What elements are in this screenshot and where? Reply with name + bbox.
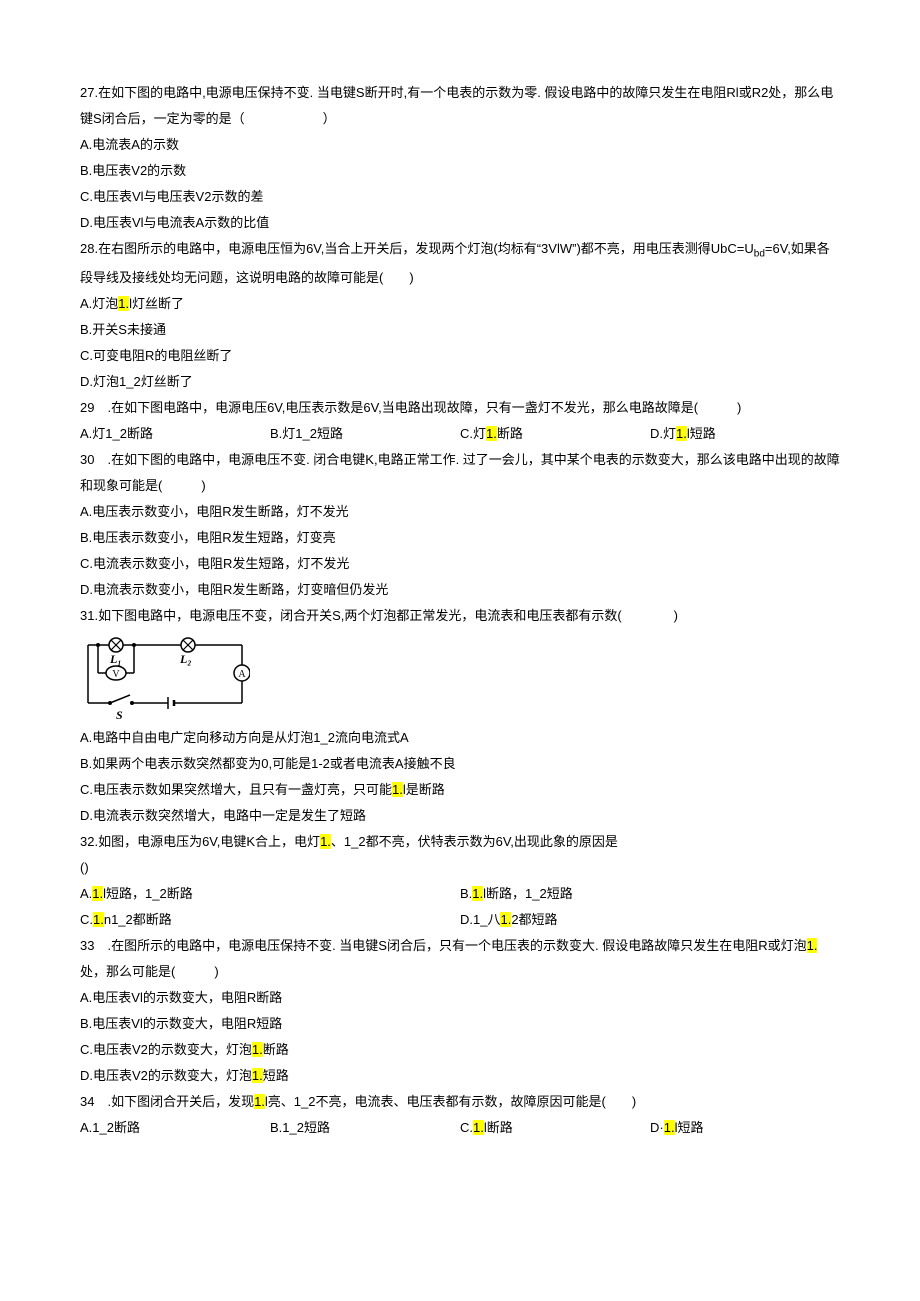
q32-row1: A.1.l短路，1_2断路 B.1.l断路，1_2短路 — [80, 881, 840, 907]
q32-row2: C.1.n1_2都断路 D.1_八1.2都短路 — [80, 907, 840, 933]
q29-opt-b: B.灯1_2短路 — [270, 421, 460, 447]
q32-paren: () — [80, 855, 840, 881]
q30-stem: 30 .在如下图的电路中，电源电压不变. 闭合电键K,电路正常工作. 过了一会儿… — [80, 447, 840, 499]
q31-opt-d: D.电流表示数突然增大，电路中一定是发生了短路 — [80, 803, 840, 829]
q33-stem-pre: 33 .在图所示的电路中，电源电压保持不变. 当电键S闭合后，只有一个电压表的示… — [80, 938, 807, 953]
q32-a-post: l短路，1_2断路 — [103, 886, 193, 901]
q28-stem: 28.在右图所示的电路中，电源电压恒为6V,当合上开关后，发现两个灯泡(均标有“… — [80, 236, 840, 291]
q28-opt-c: C.可变电阻R的电阻丝断了 — [80, 343, 840, 369]
q34-c-pre: C. — [460, 1120, 473, 1135]
q34-d-pre: D· — [650, 1120, 664, 1135]
q34-stem: 34 .如下图闭合开关后，发现1.l亮、1_2不亮，电流表、电压表都有示数，故障… — [80, 1089, 840, 1115]
q31-opt-b: B.如果两个电表示数突然都变为0,可能是1-2或者电流表A接触不良 — [80, 751, 840, 777]
q32-a-pre: A. — [80, 886, 92, 901]
q28-sub: bd — [754, 249, 765, 260]
q31-c-pre: C.电压表示数如果突然增大，且只有一盏灯亮，只可能 — [80, 782, 392, 797]
circuit-diagram: V A L₁ L₂ S — [80, 633, 250, 721]
q32-c-post: n1_2都断路 — [104, 912, 172, 927]
q28-opt-a: A.灯泡1.l灯丝断了 — [80, 291, 840, 317]
q33-stem: 33 .在图所示的电路中，电源电压保持不变. 当电键S闭合后，只有一个电压表的示… — [80, 933, 840, 985]
s-label: S — [116, 708, 123, 721]
q33-d-pre: D.电压表V2的示数变大，灯泡 — [80, 1068, 252, 1083]
highlight: 1. — [252, 1042, 263, 1057]
voltmeter-label: V — [112, 669, 120, 680]
q27-opt-d: D.电压表Vl与电流表A示数的比值 — [80, 210, 840, 236]
q28-a-pre: A.灯泡 — [80, 296, 118, 311]
highlight: 1. — [93, 912, 104, 927]
q28-a-post: l灯丝断了 — [129, 296, 184, 311]
q33-opt-a: A.电压表Vl的示数变大，电阻R断路 — [80, 985, 840, 1011]
q33-d-post: 短路 — [263, 1068, 289, 1083]
q29-opt-a: A.灯1_2断路 — [80, 421, 270, 447]
q30-opt-d: D.电流表示数变小，电阻R发生断路，灯变暗但仍发光 — [80, 577, 840, 603]
highlight: 1. — [486, 426, 497, 441]
q33-c-post: 断路 — [263, 1042, 289, 1057]
q32-opt-c: C.1.n1_2都断路 — [80, 907, 460, 933]
q32-c-pre: C. — [80, 912, 93, 927]
q29-c-post: 断路 — [497, 426, 523, 441]
highlight: 1. — [807, 938, 818, 953]
q29-stem: 29 .在如下图电路中，电源电压6V,电压表示数是6V,当电路出现故障，只有一盏… — [80, 395, 840, 421]
q34-opt-b: B.1_2短路 — [270, 1115, 460, 1141]
q32-stem-post: 、1_2都不亮，伏特表示数为6V,出现此象的原因是 — [331, 834, 618, 849]
q29-c-pre: C.灯 — [460, 426, 486, 441]
q29-opt-c: C.灯1.断路 — [460, 421, 650, 447]
q34-d-post: l短路 — [675, 1120, 704, 1135]
highlight: 1. — [472, 886, 483, 901]
highlight: 1. — [664, 1120, 675, 1135]
l1-label: L₁ — [109, 652, 122, 666]
q27-opt-a: A.电流表A的示数 — [80, 132, 840, 158]
highlight: 1. — [500, 912, 511, 927]
q34-opt-c: C.1.l断路 — [460, 1115, 650, 1141]
q32-stem-pre: 32.如图，电源电压为6V,电键K合上，电灯 — [80, 834, 320, 849]
l2-label: L₂ — [179, 652, 192, 666]
highlight: 1. — [473, 1120, 484, 1135]
q34-stem-pre: 34 .如下图闭合开关后，发现 — [80, 1094, 254, 1109]
q31-stem: 31.如下图电路中，电源电压不变，闭合开关S,两个灯泡都正常发光，电流表和电压表… — [80, 603, 840, 629]
q28-opt-d: D.灯泡1_2灯丝断了 — [80, 369, 840, 395]
q33-stem-post: 处，那么可能是( ) — [80, 964, 219, 979]
q27-stem: 27.在如下图的电路中,电源电压保持不变. 当电键S断开时,有一个电表的示数为零… — [80, 80, 840, 132]
q34-opt-a: A.1_2断路 — [80, 1115, 270, 1141]
q34-options: A.1_2断路 B.1_2短路 C.1.l断路 D·1.l短路 — [80, 1115, 840, 1141]
highlight: 1. — [254, 1094, 265, 1109]
q32-d-pre: D.1_八 — [460, 912, 500, 927]
q33-c-pre: C.电压表V2的示数变大，灯泡 — [80, 1042, 252, 1057]
q29-options: A.灯1_2断路 B.灯1_2短路 C.灯1.断路 D.灯1.l短路 — [80, 421, 840, 447]
q30-opt-b: B.电压表示数变小，电阻R发生短路，灯变亮 — [80, 525, 840, 551]
q32-d-post: 2都短路 — [511, 912, 557, 927]
q33-opt-c: C.电压表V2的示数变大，灯泡1.断路 — [80, 1037, 840, 1063]
q33-opt-b: B.电压表Vl的示数变大，电阻R短路 — [80, 1011, 840, 1037]
q29-d-post: l短路 — [687, 426, 716, 441]
q28-stem-text1: 28.在右图所示的电路中，电源电压恒为6V,当合上开关后，发现两个灯泡(均标有“… — [80, 241, 754, 256]
q30-opt-a: A.电压表示数变小，电阻R发生断路，灯不发光 — [80, 499, 840, 525]
q31-opt-c: C.电压表示数如果突然增大，且只有一盏灯亮，只可能1.l是断路 — [80, 777, 840, 803]
q34-stem-post: l亮、1_2不亮，电流表、电压表都有示数，故障原因可能是( ) — [265, 1094, 636, 1109]
q32-b-pre: B. — [460, 886, 472, 901]
q29-d-pre: D.灯 — [650, 426, 676, 441]
q31-c-post: l是断路 — [403, 782, 445, 797]
q27-opt-c: C.电压表Vl与电压表V2示数的差 — [80, 184, 840, 210]
ammeter-label: A — [238, 669, 246, 680]
highlight: 1. — [92, 886, 103, 901]
q29-opt-d: D.灯1.l短路 — [650, 421, 840, 447]
q34-opt-d: D·1.l短路 — [650, 1115, 840, 1141]
highlight: 1. — [118, 296, 129, 311]
q32-opt-a: A.1.l短路，1_2断路 — [80, 881, 460, 907]
q30-opt-c: C.电流表示数变小，电阻R发生短路，灯不发光 — [80, 551, 840, 577]
q33-opt-d: D.电压表V2的示数变大，灯泡1.短路 — [80, 1063, 840, 1089]
q32-opt-b: B.1.l断路，1_2短路 — [460, 881, 840, 907]
q32-opt-d: D.1_八1.2都短路 — [460, 907, 840, 933]
q31-opt-a: A.电路中自由电广定向移动方向是从灯泡1_2流向电流式A — [80, 725, 840, 751]
q32-stem: 32.如图，电源电压为6V,电键K合上，电灯1.、1_2都不亮，伏特表示数为6V… — [80, 829, 840, 855]
q32-b-post: l断路，1_2短路 — [483, 886, 573, 901]
q34-c-post: l断路 — [484, 1120, 513, 1135]
q28-opt-b: B.开关S未接通 — [80, 317, 840, 343]
highlight: 1. — [320, 834, 331, 849]
q27-opt-b: B.电压表V2的示数 — [80, 158, 840, 184]
highlight: 1. — [676, 426, 687, 441]
highlight: 1. — [392, 782, 403, 797]
highlight: 1. — [252, 1068, 263, 1083]
